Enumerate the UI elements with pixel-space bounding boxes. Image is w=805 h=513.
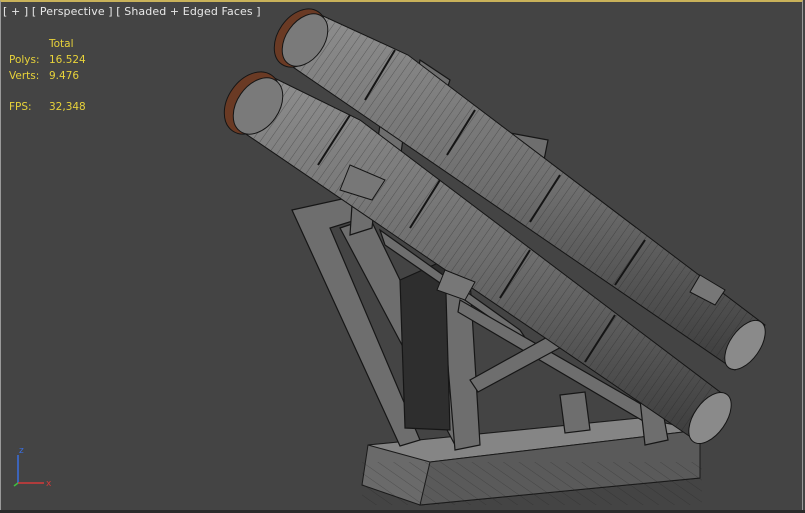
stats-polys-value: 16.524 (49, 54, 86, 66)
stats-verts-value: 9.476 (49, 70, 80, 82)
gizmo-x-label: x (46, 479, 52, 488)
stats-polys-label: Polys: (9, 54, 40, 66)
viewport-label[interactable]: [ + ] [ Perspective ] [ Shaded + Edged F… (3, 5, 261, 18)
axis-gizmo-icon: z x (13, 446, 52, 488)
stats-total-header: Total (49, 38, 74, 50)
stats-fps-label: FPS: (9, 101, 32, 113)
viewport-perspective[interactable]: [ + ] [ Perspective ] [ Shaded + Edged F… (0, 0, 805, 513)
stats-fps-value: 32,348 (49, 101, 86, 113)
gizmo-z-label: z (19, 446, 24, 456)
stats-verts-label: Verts: (9, 70, 40, 82)
launcher-model[interactable] (0, 0, 805, 513)
